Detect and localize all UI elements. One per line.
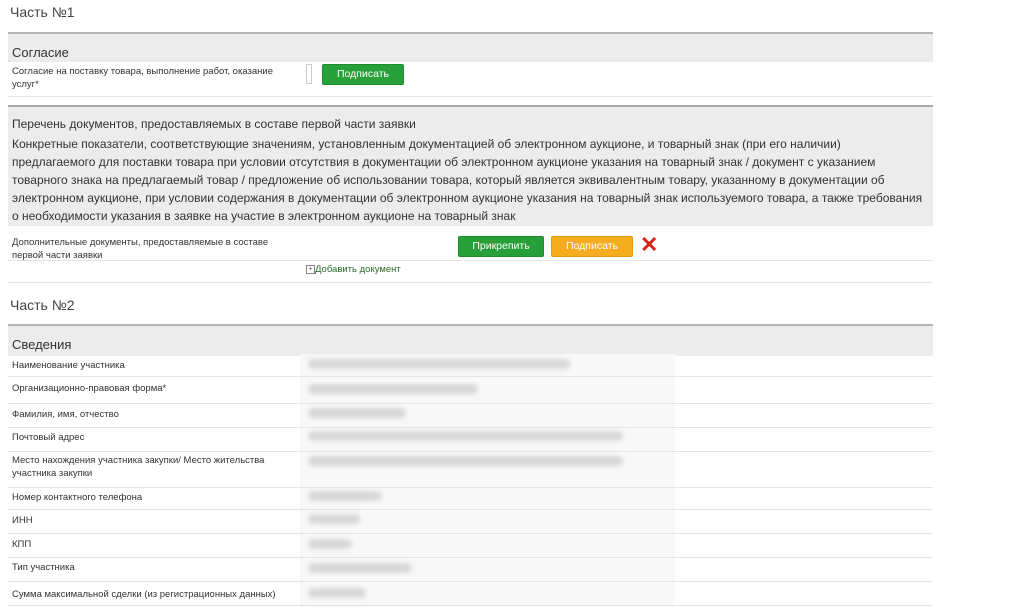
field-value-redacted — [308, 539, 352, 549]
attach-button[interactable]: Прикрепить — [458, 236, 544, 257]
field-row: Сумма максимальной сделки (из регистраци… — [8, 581, 933, 606]
additional-documents-label: Дополнительные документы, предоставляемы… — [12, 237, 269, 261]
consent-section-title: Согласие — [12, 45, 69, 60]
sign-button[interactable]: Подписать — [551, 236, 633, 257]
field-row: Фамилия, имя, отчество — [8, 403, 933, 428]
info-section-header: Сведения — [8, 324, 933, 356]
plus-square-icon: + — [306, 264, 315, 274]
field-value-redacted — [308, 384, 478, 394]
field-row: Тип участника — [8, 557, 933, 582]
documents-section-title: Перечень документов, предоставляемых в с… — [12, 117, 416, 131]
field-value-redacted — [308, 359, 570, 369]
field-label: Наименование участника — [12, 360, 125, 371]
consent-sign-button[interactable]: Подписать — [322, 64, 404, 85]
consent-label: Согласие на поставку товара, выполнение … — [12, 66, 273, 90]
field-label: Фамилия, имя, отчество — [12, 409, 119, 420]
documents-description: Конкретные показатели, соответствующие з… — [12, 137, 923, 223]
part-1-title: Часть №1 — [10, 4, 75, 20]
field-row: Организационно-правовая форма* — [8, 376, 933, 404]
field-label: КПП — [12, 539, 32, 550]
consent-row: Согласие на поставку товара, выполнение … — [8, 62, 933, 97]
field-label: Номер контактного телефона — [12, 492, 143, 503]
field-value-redacted — [308, 408, 406, 418]
field-value-redacted — [308, 588, 366, 598]
part-2-title: Часть №2 — [10, 297, 75, 313]
field-label: Место нахождения участника закупки/ Мест… — [12, 455, 265, 479]
field-row: Номер контактного телефона — [8, 487, 933, 510]
field-row: Место нахождения участника закупки/ Мест… — [8, 451, 933, 488]
close-icon[interactable]: ✕ — [640, 234, 658, 256]
field-value-redacted — [308, 491, 382, 501]
field-value-redacted — [308, 456, 623, 466]
consent-section-header: Согласие — [8, 32, 933, 64]
consent-checkbox[interactable] — [306, 64, 312, 84]
field-row: Наименование участника — [8, 354, 933, 377]
field-value-redacted — [308, 431, 623, 441]
documents-section-header: Перечень документов, предоставляемых в с… — [8, 105, 933, 226]
field-value-redacted — [308, 563, 412, 573]
field-row: Почтовый адрес — [8, 427, 933, 452]
field-label: Тип участника — [12, 562, 75, 573]
field-row: КПП — [8, 533, 933, 558]
field-label: Организационно-правовая форма* — [12, 383, 167, 394]
add-document-label: Добавить документ — [315, 264, 401, 275]
additional-documents-row: Дополнительные документы, предоставляемы… — [8, 232, 933, 283]
field-label: Почтовый адрес — [12, 432, 85, 443]
field-row: ИНН — [8, 509, 933, 534]
field-label: ИНН — [12, 515, 33, 526]
info-section-title: Сведения — [12, 337, 72, 352]
field-value-redacted — [308, 514, 360, 524]
field-label: Сумма максимальной сделки (из регистраци… — [12, 589, 276, 600]
add-document-link[interactable]: + Добавить документ — [306, 264, 401, 275]
